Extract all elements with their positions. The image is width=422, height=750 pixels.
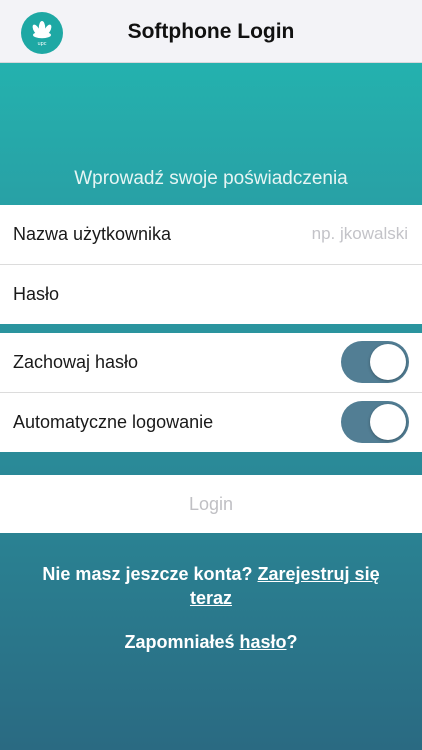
credentials-heading: Wprowadź swoje poświadczenia (74, 168, 348, 189)
flower-icon (32, 21, 52, 39)
remember-password-row: Zachowaj hasło (0, 333, 422, 392)
toggle-knob (370, 404, 406, 440)
auto-login-row: Automatyczne logowanie (0, 393, 422, 452)
forgot-password-link[interactable]: hasło (240, 632, 287, 652)
toggle-knob (370, 344, 406, 380)
auto-login-label: Automatyczne logowanie (13, 412, 214, 432)
register-link[interactable]: Zarejestruj się (258, 564, 380, 584)
register-prefix: Nie masz jeszcze konta? (42, 564, 258, 584)
upc-logo-icon: upc (21, 12, 63, 54)
remember-password-toggle[interactable] (341, 341, 409, 383)
login-button[interactable]: Login (0, 475, 422, 533)
forgot-password-prompt: Zapomniałeś hasło? (0, 630, 422, 654)
register-link-continued[interactable]: teraz (190, 588, 232, 608)
forgot-suffix: ? (286, 632, 298, 652)
auto-login-toggle[interactable] (341, 401, 409, 443)
password-label: Hasło (13, 284, 60, 304)
remember-password-label: Zachowaj hasło (13, 352, 139, 372)
username-row[interactable]: Nazwa użytkownika (0, 205, 422, 264)
password-row[interactable]: Hasło (0, 265, 422, 324)
password-input[interactable] (218, 279, 408, 309)
header-bar: upc Softphone Login (0, 0, 422, 63)
logo-text: upc (37, 41, 47, 47)
page-title: Softphone Login (127, 20, 295, 43)
forgot-prefix: Zapomniałeś (124, 632, 240, 652)
username-input[interactable] (218, 219, 408, 249)
username-label: Nazwa użytkownika (13, 224, 172, 244)
register-prompt: Nie masz jeszcze konta? Zarejestruj się … (0, 562, 422, 610)
